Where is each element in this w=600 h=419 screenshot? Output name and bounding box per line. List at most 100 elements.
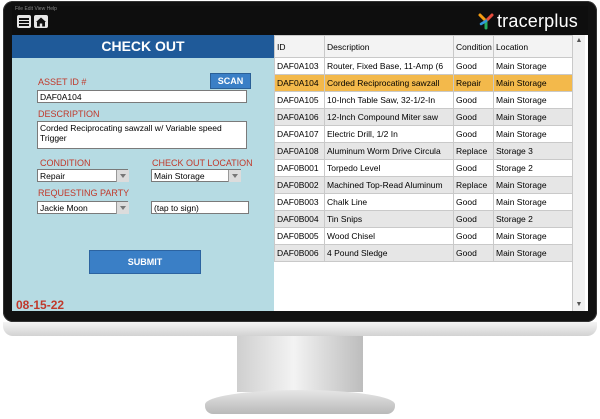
table-row[interactable]: DAF0B002 Machined Top-Read Aluminum Repl… bbox=[274, 176, 573, 194]
cell-id: DAF0B003 bbox=[274, 193, 325, 211]
stage: File Edit View Help tracerplus CHECK OUT… bbox=[0, 0, 600, 419]
table-row[interactable]: DAF0B005 Wood Chisel Good Main Storage bbox=[274, 227, 573, 245]
description-input[interactable]: Corded Reciprocating sawzall w/ Variable… bbox=[37, 121, 247, 149]
cell-id: DAF0A108 bbox=[274, 142, 325, 160]
cell-location: Main Storage bbox=[493, 193, 573, 211]
submit-button[interactable]: SUBMIT bbox=[89, 250, 201, 274]
asset-id-label: ASSET ID # bbox=[38, 77, 87, 87]
checkout-form: CHECK OUT ASSET ID # SCAN DAF0A104 DESCR… bbox=[12, 35, 274, 311]
checkout-location-dropdown-icon[interactable] bbox=[228, 170, 241, 182]
table-row[interactable]: DAF0A107 Electric Drill, 1/2 In Good Mai… bbox=[274, 125, 573, 143]
monitor-stand-neck bbox=[237, 336, 363, 392]
table-row[interactable]: DAF0B003 Chalk Line Good Main Storage bbox=[274, 193, 573, 211]
cell-description: Aluminum Worm Drive Circula bbox=[324, 142, 454, 160]
table-row[interactable]: DAF0A106 12-Inch Compound Miter saw Good… bbox=[274, 108, 573, 126]
table-scrollbar[interactable]: ▲ ▼ bbox=[572, 35, 585, 311]
cell-condition: Good bbox=[453, 227, 494, 245]
cell-description: Machined Top-Read Aluminum bbox=[324, 176, 454, 194]
cell-id: DAF0B002 bbox=[274, 176, 325, 194]
cell-description: Torpedo Level bbox=[324, 159, 454, 177]
scroll-down-icon[interactable]: ▼ bbox=[575, 301, 583, 309]
cell-location: Main Storage bbox=[493, 244, 573, 262]
form-title: CHECK OUT bbox=[12, 35, 274, 58]
table-header-row: ID Description Condition Location bbox=[274, 35, 573, 58]
home-icon[interactable] bbox=[34, 15, 48, 28]
column-header-id[interactable]: ID bbox=[274, 35, 325, 58]
requesting-party-dropdown-icon[interactable] bbox=[116, 202, 129, 214]
cell-id: DAF0B001 bbox=[274, 159, 325, 177]
cell-condition: Good bbox=[453, 91, 494, 109]
cell-condition: Good bbox=[453, 108, 494, 126]
cell-description: Electric Drill, 1/2 In bbox=[324, 125, 454, 143]
table-row[interactable]: DAF0A105 10-Inch Table Saw, 32-1/2-In Go… bbox=[274, 91, 573, 109]
cell-location: Storage 2 bbox=[493, 159, 573, 177]
cell-description: Corded Reciprocating sawzall bbox=[324, 74, 454, 92]
cell-description: Router, Fixed Base, 11-Amp (6 bbox=[324, 57, 454, 75]
cell-condition: Good bbox=[453, 193, 494, 211]
cell-description: 10-Inch Table Saw, 32-1/2-In bbox=[324, 91, 454, 109]
column-header-location[interactable]: Location bbox=[493, 35, 573, 58]
cell-description: 4 Pound Sledge bbox=[324, 244, 454, 262]
cell-id: DAF0B005 bbox=[274, 227, 325, 245]
cell-id: DAF0B006 bbox=[274, 244, 325, 262]
cell-condition: Good bbox=[453, 159, 494, 177]
cell-condition: Good bbox=[453, 210, 494, 228]
condition-dropdown-icon[interactable] bbox=[116, 170, 129, 182]
description-label: DESCRIPTION bbox=[38, 109, 100, 119]
requesting-party-label: REQUESTING PARTY bbox=[38, 188, 130, 198]
scroll-up-icon[interactable]: ▲ bbox=[575, 37, 583, 45]
monitor-chin bbox=[3, 322, 597, 336]
screen: File Edit View Help tracerplus CHECK OUT… bbox=[12, 6, 588, 311]
cell-location: Main Storage bbox=[493, 108, 573, 126]
table-row[interactable]: DAF0A103 Router, Fixed Base, 11-Amp (6 G… bbox=[274, 57, 573, 75]
cell-location: Storage 2 bbox=[493, 210, 573, 228]
cell-location: Main Storage bbox=[493, 74, 573, 92]
cell-location: Main Storage bbox=[493, 125, 573, 143]
cell-location: Main Storage bbox=[493, 227, 573, 245]
asset-table-panel: ID Description Condition Location DAF0A1… bbox=[274, 35, 588, 311]
scan-button[interactable]: SCAN bbox=[210, 73, 251, 89]
table-row[interactable]: DAF0B004 Tin Snips Good Storage 2 bbox=[274, 210, 573, 228]
cell-id: DAF0A104 bbox=[274, 74, 325, 92]
table-row[interactable]: DAF0B006 4 Pound Sledge Good Main Storag… bbox=[274, 244, 573, 262]
table-row-selected[interactable]: DAF0A104 Corded Reciprocating sawzall Re… bbox=[274, 74, 573, 92]
cell-description: 12-Inch Compound Miter saw bbox=[324, 108, 454, 126]
asset-id-input[interactable]: DAF0A104 bbox=[37, 90, 247, 103]
column-header-description[interactable]: Description bbox=[324, 35, 454, 58]
monitor-stand-base bbox=[205, 390, 395, 414]
hamburger-menu-icon[interactable] bbox=[17, 15, 31, 28]
logo-text: tracerplus bbox=[496, 10, 578, 31]
app-topbar: File Edit View Help tracerplus bbox=[12, 6, 588, 35]
cell-location: Storage 3 bbox=[493, 142, 573, 160]
cell-location: Main Storage bbox=[493, 91, 573, 109]
cell-condition: Good bbox=[453, 244, 494, 262]
cell-id: DAF0A103 bbox=[274, 57, 325, 75]
cell-description: Wood Chisel bbox=[324, 227, 454, 245]
cell-description: Tin Snips bbox=[324, 210, 454, 228]
cell-location: Main Storage bbox=[493, 57, 573, 75]
cell-id: DAF0A107 bbox=[274, 125, 325, 143]
cell-condition: Good bbox=[453, 125, 494, 143]
date-display: 08-15-22 bbox=[16, 298, 65, 311]
table-row[interactable]: DAF0B001 Torpedo Level Good Storage 2 bbox=[274, 159, 573, 177]
asset-table: ID Description Condition Location DAF0A1… bbox=[274, 35, 573, 262]
checkout-location-label: CHECK OUT LOCATION bbox=[152, 158, 253, 168]
cell-description: Chalk Line bbox=[324, 193, 454, 211]
requesting-party-select[interactable]: Jackie Moon bbox=[37, 201, 128, 214]
cell-condition: Good bbox=[453, 57, 494, 75]
cell-condition: Replace bbox=[453, 142, 494, 160]
cell-id: DAF0A105 bbox=[274, 91, 325, 109]
table-row[interactable]: DAF0A108 Aluminum Worm Drive Circula Rep… bbox=[274, 142, 573, 160]
tracerplus-logo: tracerplus bbox=[477, 11, 578, 31]
condition-label: CONDITION bbox=[40, 158, 91, 168]
cell-id: DAF0A106 bbox=[274, 108, 325, 126]
condition-select[interactable]: Repair bbox=[37, 169, 128, 182]
cell-id: DAF0B004 bbox=[274, 210, 325, 228]
cell-condition: Replace bbox=[453, 176, 494, 194]
cell-condition: Repair bbox=[453, 74, 494, 92]
column-header-condition[interactable]: Condition bbox=[453, 35, 494, 58]
signature-field[interactable]: (tap to sign) bbox=[151, 201, 249, 214]
logo-mark-icon bbox=[477, 12, 495, 30]
cell-location: Main Storage bbox=[493, 176, 573, 194]
menu-bar[interactable]: File Edit View Help bbox=[15, 6, 57, 12]
